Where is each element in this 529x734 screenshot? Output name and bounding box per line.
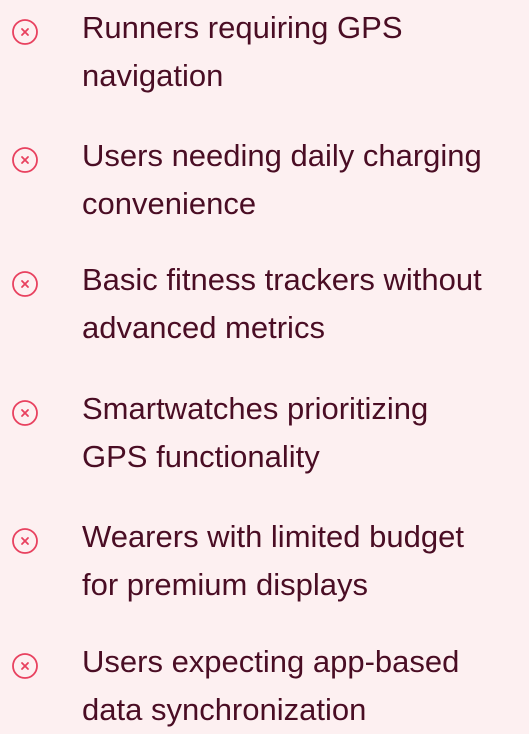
list-item-line-1: Users needing daily charging [82,138,482,173]
list-item-line-1: Basic fitness trackers without [82,262,482,297]
list-item-text: Basic fitness trackers without advanced … [82,256,527,352]
x-circle-icon [10,17,40,47]
excluded-users-list: Runners requiring GPS navigation Users n… [0,0,529,729]
list-item-line-2: GPS functionality [82,439,320,474]
list-item-line-2: navigation [82,58,224,93]
list-item: Runners requiring GPS navigation [0,4,529,100]
list-item-text: Smartwatches prioritizing GPS functional… [82,385,527,481]
list-item: Wearers with limited budget for premium … [0,513,529,609]
list-item-text: Runners requiring GPS navigation [82,4,527,100]
list-item: Users expecting app-based data synchroni… [0,638,529,734]
list-item-line-1: Wearers with limited budget [82,519,464,554]
list-item-line-1: Smartwatches prioritizing [82,391,429,426]
list-item: Users needing daily charging convenience [0,132,529,228]
list-item: Smartwatches prioritizing GPS functional… [0,385,529,481]
list-item-line-2: advanced metrics [82,310,325,345]
list-item-line-1: Users expecting app-based [82,644,460,679]
x-circle-icon [10,145,40,175]
x-circle-icon [10,651,40,681]
list-item-text: Wearers with limited budget for premium … [82,513,527,609]
list-item-line-1: Runners requiring GPS [82,10,403,45]
list-item-text: Users expecting app-based data synchroni… [82,638,527,734]
x-circle-icon [10,526,40,556]
list-item-line-2: data synchronization [82,692,367,727]
x-circle-icon [10,269,40,299]
list-item-line-2: convenience [82,186,257,221]
list-item-text: Users needing daily charging convenience [82,132,527,228]
list-item: Basic fitness trackers without advanced … [0,256,529,352]
x-circle-icon [10,398,40,428]
list-item-line-2: for premium displays [82,567,368,602]
